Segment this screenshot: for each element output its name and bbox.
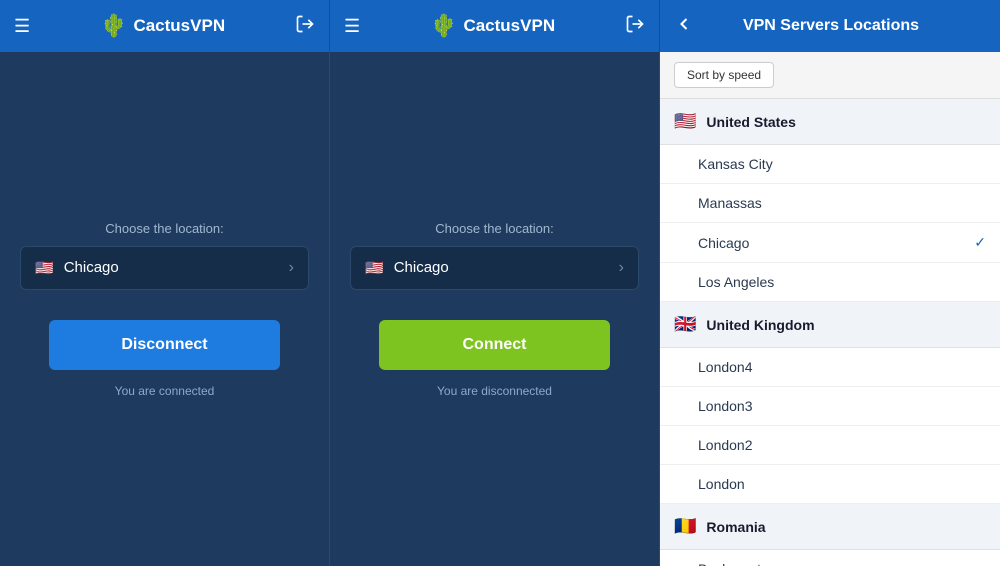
left-logo: 🌵 CactusVPN bbox=[100, 13, 225, 39]
disconnected-panel: ☰ 🌵 CactusVPN Choose the location: 🇺🇸 Ch… bbox=[330, 0, 660, 566]
location-label-mid: Choose the location: bbox=[435, 221, 554, 236]
server-list-title: VPN Servers Locations bbox=[706, 17, 986, 35]
left-header: ☰ 🌵 CactusVPN bbox=[0, 0, 329, 52]
city-name: Manassas bbox=[698, 195, 762, 211]
city-row[interactable]: London4 bbox=[660, 348, 1000, 387]
city-row[interactable]: London2 bbox=[660, 426, 1000, 465]
hamburger-icon[interactable]: ☰ bbox=[14, 16, 30, 37]
location-label-left: Choose the location: bbox=[105, 221, 224, 236]
hamburger-icon-mid[interactable]: ☰ bbox=[344, 16, 360, 37]
country-row: 🇷🇴 Romania bbox=[660, 504, 1000, 550]
city-name: Bucharest bbox=[698, 561, 761, 566]
location-name-left: Chicago bbox=[64, 259, 119, 276]
location-name-mid: Chicago bbox=[394, 259, 449, 276]
exit-icon-mid[interactable] bbox=[625, 14, 645, 39]
country-flag: 🇷🇴 bbox=[674, 516, 696, 537]
country-flag: 🇬🇧 bbox=[674, 314, 696, 335]
country-name: Romania bbox=[706, 519, 765, 535]
disconnected-status: You are disconnected bbox=[437, 384, 552, 398]
middle-logo: 🌵 CactusVPN bbox=[430, 13, 555, 39]
cactus-icon-left: 🌵 bbox=[100, 13, 127, 39]
exit-icon-left[interactable] bbox=[295, 14, 315, 39]
country-row: 🇬🇧 United Kingdom bbox=[660, 302, 1000, 348]
flag-left: 🇺🇸 bbox=[35, 259, 54, 277]
city-row[interactable]: London3 bbox=[660, 387, 1000, 426]
city-name: Chicago bbox=[698, 235, 749, 251]
location-selector-mid[interactable]: 🇺🇸 Chicago › bbox=[350, 246, 639, 290]
country-row: 🇺🇸 United States bbox=[660, 99, 1000, 145]
left-body: Choose the location: 🇺🇸 Chicago › Discon… bbox=[0, 52, 329, 566]
city-name: London4 bbox=[698, 359, 753, 375]
city-row[interactable]: Manassas bbox=[660, 184, 1000, 223]
flag-text-left: 🇺🇸 Chicago bbox=[35, 259, 119, 277]
flag-mid: 🇺🇸 bbox=[365, 259, 384, 277]
server-list-panel: VPN Servers Locations Sort by speed 🇺🇸 U… bbox=[660, 0, 1000, 566]
country-name: United States bbox=[706, 114, 795, 130]
sort-by-speed-button[interactable]: Sort by speed bbox=[674, 62, 774, 88]
disconnect-button[interactable]: Disconnect bbox=[49, 320, 280, 370]
server-list: 🇺🇸 United States Kansas City Manassas Ch… bbox=[660, 99, 1000, 566]
connect-button[interactable]: Connect bbox=[379, 320, 610, 370]
server-list-header: VPN Servers Locations bbox=[660, 0, 1000, 52]
city-name: London3 bbox=[698, 398, 753, 414]
city-name: London bbox=[698, 476, 745, 492]
chevron-right-mid: › bbox=[619, 259, 624, 277]
app-name-left: CactusVPN bbox=[133, 16, 225, 36]
flag-text-mid: 🇺🇸 Chicago bbox=[365, 259, 449, 277]
location-selector-left[interactable]: 🇺🇸 Chicago › bbox=[20, 246, 309, 290]
city-name: Kansas City bbox=[698, 156, 773, 172]
sort-bar: Sort by speed bbox=[660, 52, 1000, 99]
city-row[interactable]: London bbox=[660, 465, 1000, 504]
city-row[interactable]: Los Angeles bbox=[660, 263, 1000, 302]
city-row[interactable]: Chicago ✓ bbox=[660, 223, 1000, 263]
app-name-mid: CactusVPN bbox=[463, 16, 555, 36]
city-row[interactable]: Bucharest bbox=[660, 550, 1000, 566]
country-name: United Kingdom bbox=[706, 317, 814, 333]
chevron-right-left: › bbox=[289, 259, 294, 277]
middle-body: Choose the location: 🇺🇸 Chicago › Connec… bbox=[330, 52, 659, 566]
city-name: London2 bbox=[698, 437, 753, 453]
back-icon[interactable] bbox=[674, 14, 694, 39]
connected-panel: ☰ 🌵 CactusVPN Choose the location: 🇺🇸 Ch… bbox=[0, 0, 330, 566]
connected-status: You are connected bbox=[115, 384, 215, 398]
city-row[interactable]: Kansas City bbox=[660, 145, 1000, 184]
country-flag: 🇺🇸 bbox=[674, 111, 696, 132]
city-name: Los Angeles bbox=[698, 274, 774, 290]
cactus-icon-mid: 🌵 bbox=[430, 13, 457, 39]
selected-checkmark: ✓ bbox=[974, 234, 986, 251]
middle-header: ☰ 🌵 CactusVPN bbox=[330, 0, 659, 52]
